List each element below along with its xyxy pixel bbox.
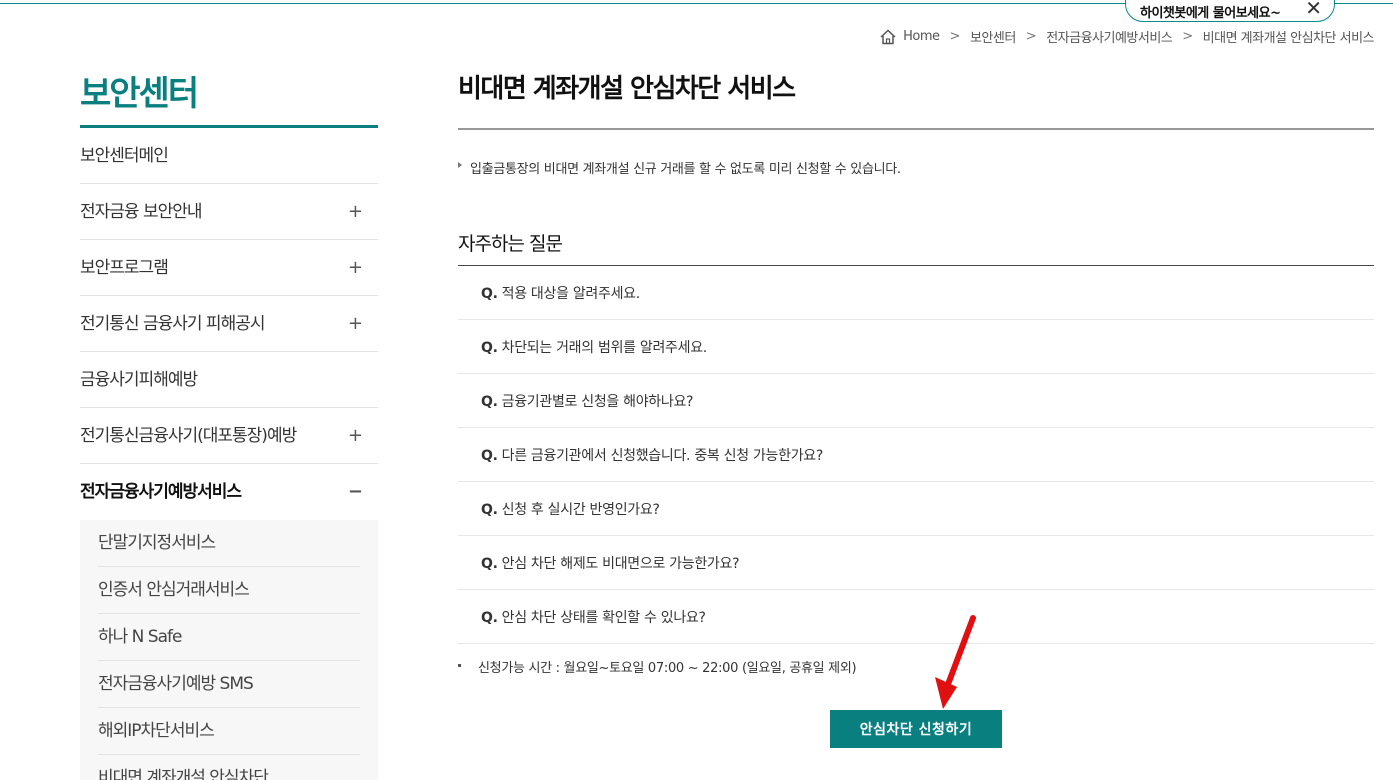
sidebar-item-label: 전기통신금융사기(대포통장)예방: [80, 426, 297, 446]
collapse-icon[interactable]: −: [348, 464, 363, 520]
main-content: 비대면 계좌개설 안심차단 서비스 입출금통장의 비대면 계좌개설 신규 거래를…: [458, 70, 1374, 748]
faq-q-label: Q.: [481, 556, 498, 572]
sidebar-item-damage-notice[interactable]: 전기통신 금융사기 피해공시 +: [80, 296, 378, 352]
faq-item[interactable]: Q. 안심 차단 해제도 비대면으로 가능한가요?: [458, 536, 1374, 590]
faq-q-label: Q.: [481, 502, 498, 518]
sidebar-item-bankbook-prevention[interactable]: 전기통신금융사기(대포통장)예방 +: [80, 408, 378, 464]
breadcrumb: Home > 보안센터 > 전자금융사기예방서비스 > 비대면 계좌개설 안심차…: [879, 27, 1375, 46]
submenu-item[interactable]: 전자금융사기예방 SMS: [98, 661, 360, 708]
divider: [458, 128, 1374, 130]
sidebar-item-label: 보안센터메인: [80, 146, 169, 166]
expand-icon[interactable]: +: [348, 240, 363, 296]
faq-question: 다른 금융기관에서 신청했습니다. 중복 신청 가능한가요?: [501, 448, 824, 464]
breadcrumb-security-center[interactable]: 보안센터: [970, 27, 1016, 46]
faq-item[interactable]: Q. 안심 차단 상태를 확인할 수 있나요?: [458, 590, 1374, 644]
apply-block-button[interactable]: 안심차단 신청하기: [830, 710, 1002, 748]
sidebar-item-label: 금융사기피해예방: [80, 370, 198, 390]
chatbot-label[interactable]: 하이챗봇에게 물어보세요~: [1140, 2, 1281, 21]
sidebar-item-fraud-prevention-service[interactable]: 전자금융사기예방서비스 −: [80, 464, 378, 519]
faq-question: 안심 차단 해제도 비대면으로 가능한가요?: [501, 556, 740, 572]
faq-question: 신청 후 실시간 반영인가요?: [501, 502, 660, 518]
breadcrumb-current: 비대면 계좌개설 안심차단 서비스: [1202, 31, 1375, 46]
faq-q-label: Q.: [481, 340, 498, 356]
expand-icon[interactable]: +: [348, 408, 363, 464]
faq-q-label: Q.: [481, 286, 498, 302]
sidebar-item-label: 보안프로그램: [80, 258, 169, 278]
chatbot-banner[interactable]: 하이챗봇에게 물어보세요~ ✕: [1125, 0, 1335, 22]
chevron-right-icon: >: [1025, 29, 1037, 44]
expand-icon[interactable]: +: [348, 296, 363, 352]
breadcrumb-home[interactable]: Home: [903, 29, 940, 44]
sidebar-item-security-guide[interactable]: 전자금융 보안안내 +: [80, 184, 378, 240]
submenu-item[interactable]: 해외IP차단서비스: [98, 708, 360, 755]
faq-q-label: Q.: [481, 610, 498, 626]
sidebar-submenu: 단말기지정서비스 인증서 안심거래서비스 하나 N Safe 전자금융사기예방 …: [80, 520, 378, 780]
faq-question: 차단되는 거래의 범위를 알려주세요.: [501, 340, 708, 356]
sidebar-item-security-main[interactable]: 보안센터메인: [80, 128, 378, 184]
faq-q-label: Q.: [481, 394, 498, 410]
sidebar: 보안센터 보안센터메인 전자금융 보안안내 + 보안프로그램 + 전기통신 금융사기…: [80, 70, 378, 780]
sidebar-item-fraud-damage-prevention[interactable]: 금융사기피해예방: [80, 352, 378, 408]
sidebar-title: 보안센터: [80, 74, 199, 114]
sidebar-item-label: 전자금융 보안안내: [80, 202, 203, 222]
faq-item[interactable]: Q. 적용 대상을 알려주세요.: [458, 266, 1374, 320]
faq-question: 안심 차단 상태를 확인할 수 있나요?: [501, 610, 706, 626]
faq-q-label: Q.: [481, 448, 498, 464]
sidebar-item-security-program[interactable]: 보안프로그램 +: [80, 240, 378, 296]
sidebar-item-label: 전자금융사기예방서비스: [80, 482, 242, 502]
faq-item[interactable]: Q. 차단되는 거래의 범위를 알려주세요.: [458, 320, 1374, 374]
red-arrow-annotation: [935, 615, 976, 709]
submenu-item[interactable]: 하나 N Safe: [98, 614, 360, 661]
submenu-item[interactable]: 인증서 안심거래서비스: [98, 567, 360, 614]
breadcrumb-fraud-prevention[interactable]: 전자금융사기예방서비스: [1046, 27, 1173, 46]
service-description: 입출금통장의 비대면 계좌개설 신규 거래를 할 수 없도록 미리 신청할 수 …: [458, 158, 1374, 177]
faq-question: 금융기관별로 신청을 해야하나요?: [501, 394, 694, 410]
faq-item[interactable]: Q. 금융기관별로 신청을 해야하나요?: [458, 374, 1374, 428]
expand-icon[interactable]: +: [348, 184, 363, 240]
application-hours: 신청가능 시간 : 월요일~토요일 07:00 ~ 22:00 (일요일, 공휴…: [458, 657, 1374, 676]
faq-question: 적용 대상을 알려주세요.: [501, 286, 641, 302]
faq-title: 자주하는 질문: [458, 233, 563, 255]
submenu-item[interactable]: 단말기지정서비스: [98, 520, 360, 567]
sidebar-item-label: 전기통신 금융사기 피해공시: [80, 314, 265, 334]
page-title: 비대면 계좌개설 안심차단 서비스: [458, 74, 796, 104]
faq-item[interactable]: Q. 신청 후 실시간 반영인가요?: [458, 482, 1374, 536]
home-icon[interactable]: [879, 28, 897, 46]
close-icon[interactable]: ✕: [1305, 0, 1322, 18]
chevron-right-icon: >: [1182, 29, 1193, 44]
chevron-right-icon: >: [949, 29, 961, 44]
faq-item[interactable]: Q. 다른 금융기관에서 신청했습니다. 중복 신청 가능한가요?: [458, 428, 1374, 482]
submenu-item[interactable]: 비대면 계좌개설 안심차단: [98, 755, 360, 780]
